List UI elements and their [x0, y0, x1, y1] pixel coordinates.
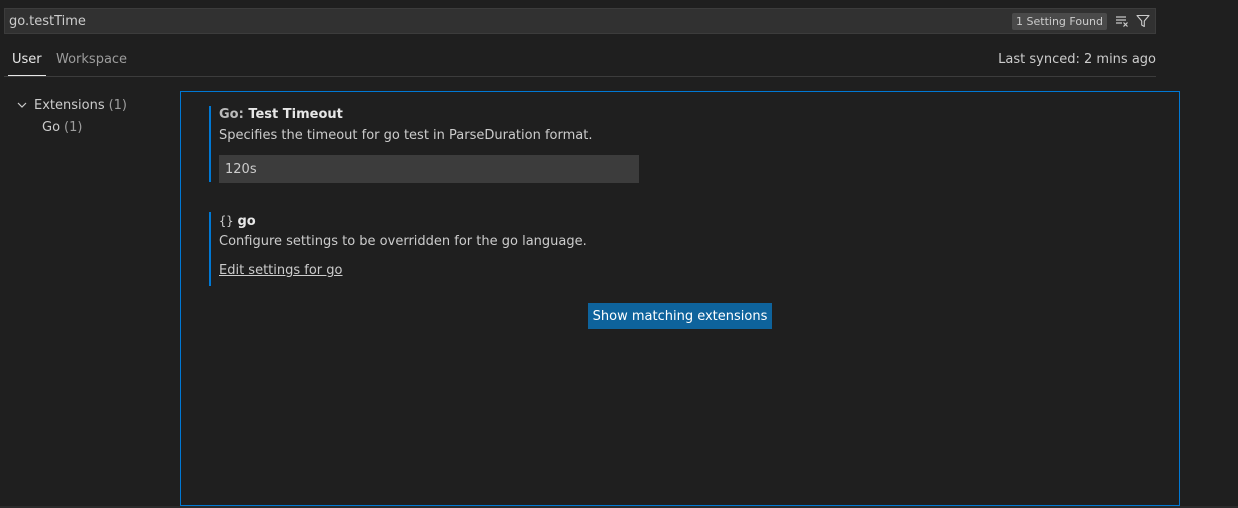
toc-item-extensions[interactable]: Extensions (1): [14, 94, 174, 116]
settings-scope-tabs: User Workspace Last synced: 2 mins ago: [4, 44, 1156, 77]
setting-label: Test Timeout: [248, 107, 343, 122]
tab-user[interactable]: User: [8, 44, 46, 76]
setting-label: go: [237, 214, 256, 229]
setting-category: Go:: [219, 107, 249, 122]
settings-toc: Extensions (1) Go (1): [14, 94, 174, 138]
toc-go-count: (1): [64, 119, 83, 135]
settings-list: Go: Test Timeout Specifies the timeout f…: [180, 91, 1180, 506]
clear-filter-icon[interactable]: [1113, 12, 1131, 30]
settings-search-bar: 1 Setting Found: [4, 8, 1156, 34]
edit-settings-for-go-link[interactable]: Edit settings for go: [219, 263, 343, 278]
filter-icon[interactable]: [1134, 12, 1152, 30]
settings-count-badge: 1 Setting Found: [1012, 12, 1107, 30]
toc-go-label: Go: [42, 119, 61, 135]
chevron-down-icon: [14, 97, 30, 113]
setting-go-language-override: {} go Configure settings to be overridden…: [209, 212, 1159, 286]
toc-extensions-label: Extensions: [34, 97, 105, 113]
settings-editor: 1 Setting Found User Workspace Last sync…: [0, 0, 1238, 508]
settings-search-input[interactable]: [5, 9, 1013, 33]
setting-description: Configure settings to be overridden for …: [219, 234, 587, 249]
setting-title: {} go: [219, 212, 1159, 230]
show-matching-extensions-button[interactable]: Show matching extensions: [588, 303, 772, 329]
toc-item-go[interactable]: Go (1): [14, 116, 174, 138]
toc-extensions-count: (1): [108, 97, 128, 113]
setting-description: Specifies the timeout for go test in Par…: [219, 128, 593, 143]
tab-workspace[interactable]: Workspace: [52, 44, 131, 76]
last-synced-text: Last synced: 2 mins ago: [998, 52, 1156, 67]
braces-icon: {}: [219, 214, 234, 228]
test-timeout-input[interactable]: [219, 155, 639, 183]
setting-go-test-timeout: Go: Test Timeout Specifies the timeout f…: [209, 106, 1159, 183]
setting-title: Go: Test Timeout: [219, 106, 1159, 124]
